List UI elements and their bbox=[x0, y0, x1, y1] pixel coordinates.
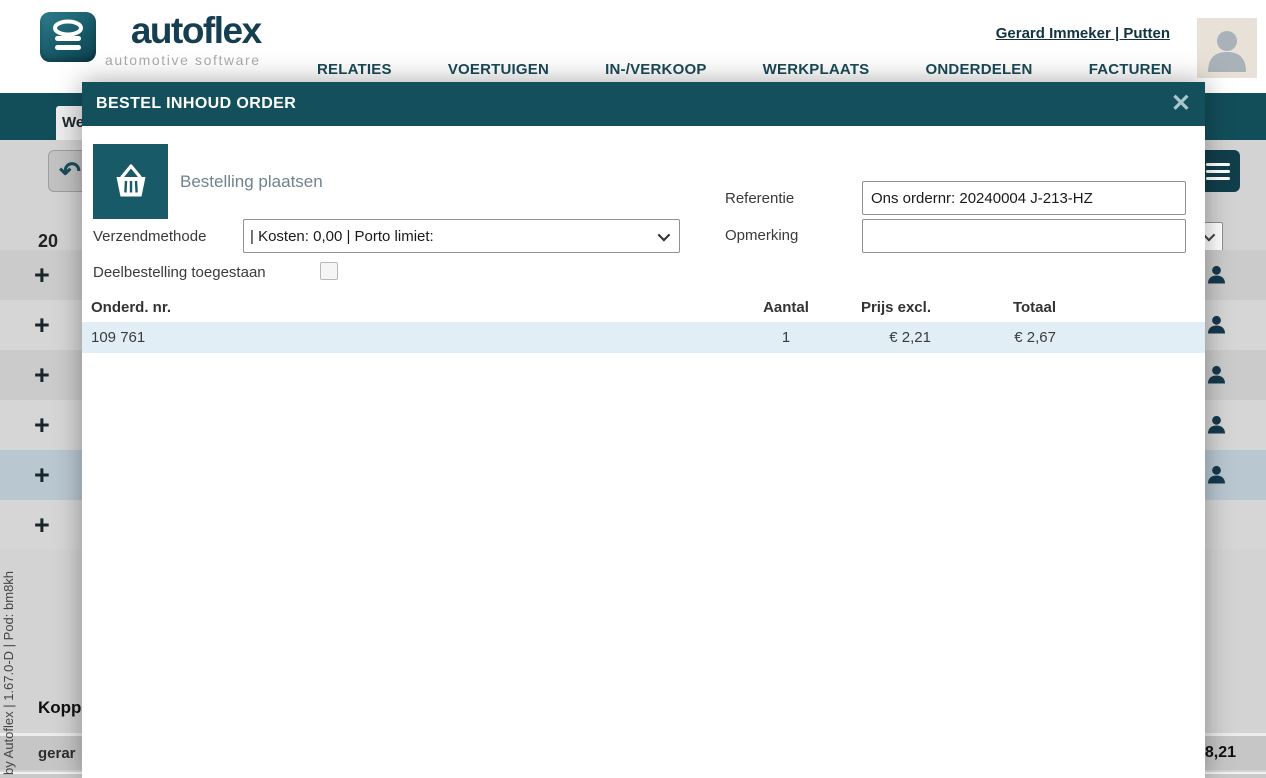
hamburger-icon bbox=[1206, 163, 1230, 166]
nav-item-relaties[interactable]: RELATIES bbox=[317, 61, 392, 78]
dialog-section-title: Bestelling plaatsen bbox=[180, 172, 323, 192]
col-header-totaal: Totaal bbox=[931, 299, 1056, 316]
app-version-text: by Autoflex | 1.67.0-D | Pod: bm8kh bbox=[1, 475, 21, 775]
referentie-label: Referentie bbox=[725, 190, 794, 207]
nav-item-facturen[interactable]: FACTUREN bbox=[1089, 61, 1172, 78]
nav-item-voertuigen[interactable]: VOERTUIGEN bbox=[448, 61, 549, 78]
expand-plus-icon[interactable]: + bbox=[34, 300, 50, 350]
verzendmethode-selected-value: | Kosten: 0,00 | Porto limiet: bbox=[250, 228, 658, 245]
nav-item-in-verkoop[interactable]: IN-/VERKOOP bbox=[605, 61, 706, 78]
expand-plus-icon[interactable]: + bbox=[34, 350, 50, 400]
cell-totaal: € 2,67 bbox=[931, 329, 1056, 346]
col-header-prijs-excl: Prijs excl. bbox=[836, 299, 931, 316]
bestel-inhoud-order-dialog: BESTEL INHOUD ORDER ✕ Bestelling plaatse… bbox=[82, 82, 1205, 778]
verzendmethode-select[interactable]: | Kosten: 0,00 | Porto limiet: bbox=[243, 219, 680, 253]
expand-plus-icon[interactable]: + bbox=[34, 450, 50, 500]
bottom-row-total: 8,21 bbox=[1205, 744, 1236, 762]
col-header-aantal: Aantal bbox=[736, 299, 836, 316]
table-header-row: Onderd. nr. Aantal Prijs excl. Totaal bbox=[82, 292, 1205, 322]
nav-item-werkplaats[interactable]: WERKPLAATS bbox=[763, 61, 870, 78]
autoflex-logo-icon bbox=[40, 12, 96, 62]
opmerking-label: Opmerking bbox=[725, 227, 798, 244]
close-icon[interactable]: ✕ bbox=[1171, 92, 1191, 116]
app-header: autoflex automotive software Gerard Imme… bbox=[0, 0, 1266, 93]
cell-prijs-excl: € 2,21 bbox=[836, 329, 931, 346]
nav-item-onderdelen[interactable]: ONDERDELEN bbox=[926, 61, 1033, 78]
undo-arrow-icon: ↶ bbox=[59, 156, 81, 187]
opmerking-input[interactable] bbox=[862, 219, 1186, 253]
dialog-body: Bestelling plaatsen Referentie Verzendme… bbox=[82, 126, 1205, 778]
app-logo[interactable]: autoflex automotive software bbox=[40, 12, 261, 68]
person-icon[interactable] bbox=[1206, 314, 1227, 335]
user-avatar[interactable] bbox=[1197, 18, 1257, 78]
order-number-label: 20 bbox=[38, 231, 58, 252]
deelbestelling-label: Deelbestelling toegestaan bbox=[93, 264, 266, 281]
verzendmethode-label: Verzendmethode bbox=[93, 228, 206, 245]
person-icon[interactable] bbox=[1206, 464, 1227, 485]
col-header-onderd-nr: Onderd. nr. bbox=[91, 299, 736, 316]
koppel-section-heading: Kopp bbox=[38, 698, 81, 718]
chevron-down-icon bbox=[658, 228, 671, 241]
logo-name: autoflex bbox=[131, 12, 261, 49]
person-icon[interactable] bbox=[1206, 414, 1227, 435]
expand-plus-icon[interactable]: + bbox=[34, 500, 50, 550]
basket-icon bbox=[93, 144, 168, 219]
deelbestelling-checkbox[interactable] bbox=[320, 262, 338, 280]
person-icon[interactable] bbox=[1206, 264, 1227, 285]
order-lines-table: Onderd. nr. Aantal Prijs excl. Totaal 10… bbox=[82, 292, 1205, 353]
logo-tagline: automotive software bbox=[105, 52, 261, 68]
cell-aantal: 1 bbox=[736, 329, 836, 346]
expand-plus-icon[interactable]: + bbox=[34, 250, 50, 300]
current-user-link[interactable]: Gerard Immeker | Putten bbox=[996, 25, 1170, 42]
cell-onderd-nr: 109 761 bbox=[91, 329, 736, 346]
referentie-input[interactable] bbox=[862, 181, 1186, 215]
main-nav: RELATIES VOERTUIGEN IN-/VERKOOP WERKPLAA… bbox=[317, 61, 1172, 78]
person-icon[interactable] bbox=[1206, 364, 1227, 385]
expand-plus-icon[interactable]: + bbox=[34, 400, 50, 450]
dialog-titlebar: BESTEL INHOUD ORDER ✕ bbox=[82, 82, 1205, 126]
bottom-row-label: gerar bbox=[38, 745, 76, 762]
dialog-title: BESTEL INHOUD ORDER bbox=[96, 95, 296, 113]
table-row[interactable]: 109 761 1 € 2,21 € 2,67 bbox=[82, 322, 1205, 353]
